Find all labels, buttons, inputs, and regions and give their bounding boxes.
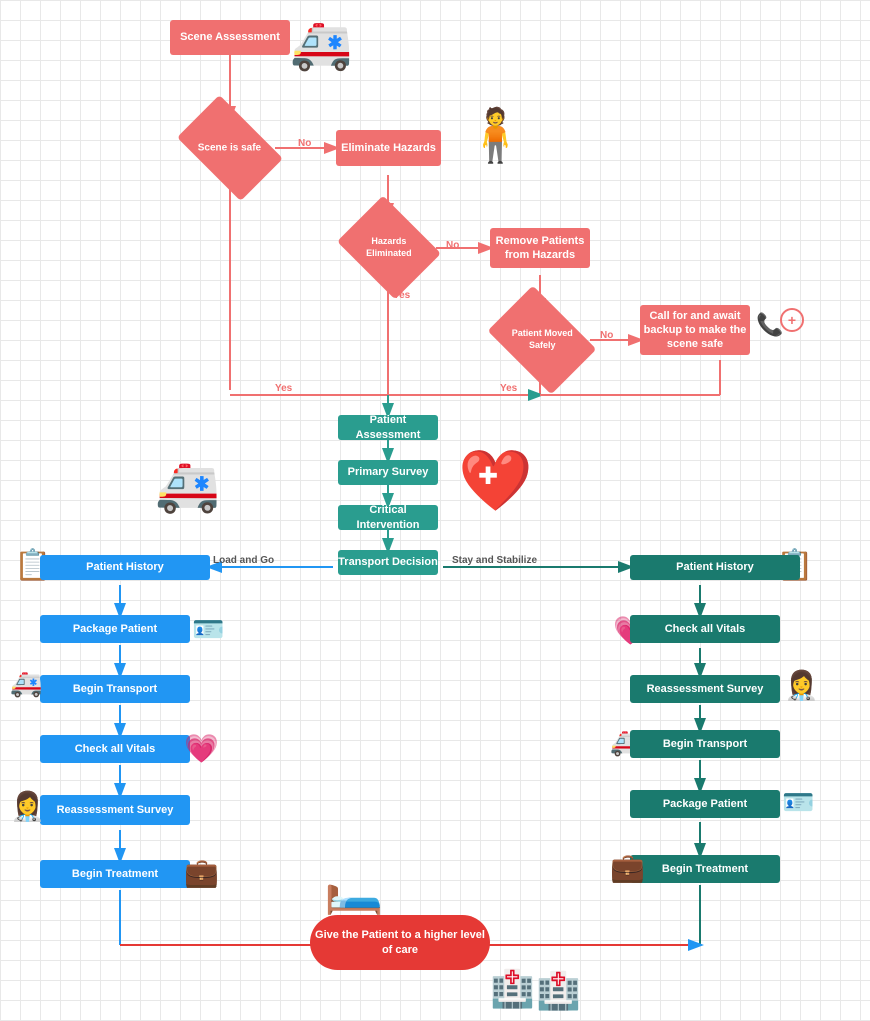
small-ambulance-left-icon: 🚑 (10, 668, 42, 699)
no-label-moved: No (600, 330, 613, 341)
begin-transport-left-box: Begin Transport (40, 675, 190, 703)
load-and-go-label: Load and Go (213, 555, 274, 566)
begin-treatment-left-box: Begin Treatment (40, 860, 190, 888)
call-backup-box: Call for and await backup to make the sc… (640, 305, 750, 355)
hospital-icon2: 🏥 (536, 970, 581, 1012)
reassessment-right-box: Reassessment Survey (630, 675, 780, 703)
check-vitals-left-box: Check all Vitals (40, 735, 190, 763)
scene-assessment-box: Scene Assessment (170, 20, 290, 55)
flowchart-canvas: Scene Assessment 🚑 Scene is safe No Elim… (0, 0, 870, 1021)
patient-history-right-box: Patient History (630, 555, 800, 580)
bed-icon: 🛏️ (324, 860, 384, 917)
hazards-eliminated-diamond: Hazards Eliminated (348, 215, 430, 280)
phone-icon: 📞 (756, 312, 783, 338)
patient-history-left-box: Patient History (40, 555, 210, 580)
human-figure-icon: 🧍 (463, 105, 528, 166)
patient-moved-diamond: Patient Moved Safely (497, 308, 587, 372)
heartbeat-left-icon: 💗 (184, 732, 219, 765)
no-label-scene: No (298, 138, 311, 149)
stay-and-stabilize-label: Stay and Stabilize (452, 555, 537, 566)
nurse-right-icon: 👩‍⚕️ (784, 669, 819, 702)
transport-decision-box: Transport Decision (338, 550, 438, 575)
yes-label-hazards: Yes (393, 290, 410, 301)
plus-circle-icon: + (780, 308, 804, 332)
ambulance-top-icon: 🚑 (290, 15, 352, 74)
ambulance-small-left-icon: 🚑 (155, 455, 220, 516)
give-patient-oval: Give the Patient to a higher level of ca… (310, 915, 490, 970)
begin-transport-right-box: Begin Transport (630, 730, 780, 758)
no-label-hazards: No (446, 240, 459, 251)
id-card-left-icon: 🪪 (192, 614, 224, 645)
package-patient-right-box: Package Patient (630, 790, 780, 818)
yes-label-right: Yes (500, 383, 517, 394)
scene-is-safe-diamond: Scene is safe (185, 118, 275, 178)
package-patient-left-box: Package Patient (40, 615, 190, 643)
yes-label-left: Yes (275, 383, 292, 394)
med-bag-right-icon: 💼 (610, 851, 645, 884)
id-card-right-icon: 🪪 (782, 787, 814, 818)
remove-patients-box: Remove Patients from Hazards (490, 228, 590, 268)
med-bag-left-icon: 💼 (184, 856, 219, 889)
primary-survey-box: Primary Survey (338, 460, 438, 485)
patient-assessment-box: Patient Assessment (338, 415, 438, 440)
eliminate-hazards-box: Eliminate Hazards (336, 130, 441, 166)
hospital-icon: 🏥 (490, 968, 535, 1010)
reassessment-left-box: Reassessment Survey (40, 795, 190, 825)
critical-intervention-box: Critical Intervention (338, 505, 438, 530)
begin-treatment-right-box: Begin Treatment (630, 855, 780, 883)
check-vitals-right-box: Check all Vitals (630, 615, 780, 643)
heart-cross-icon: ✚ (478, 462, 498, 491)
nurse-left-icon: 👩‍⚕️ (10, 790, 45, 823)
